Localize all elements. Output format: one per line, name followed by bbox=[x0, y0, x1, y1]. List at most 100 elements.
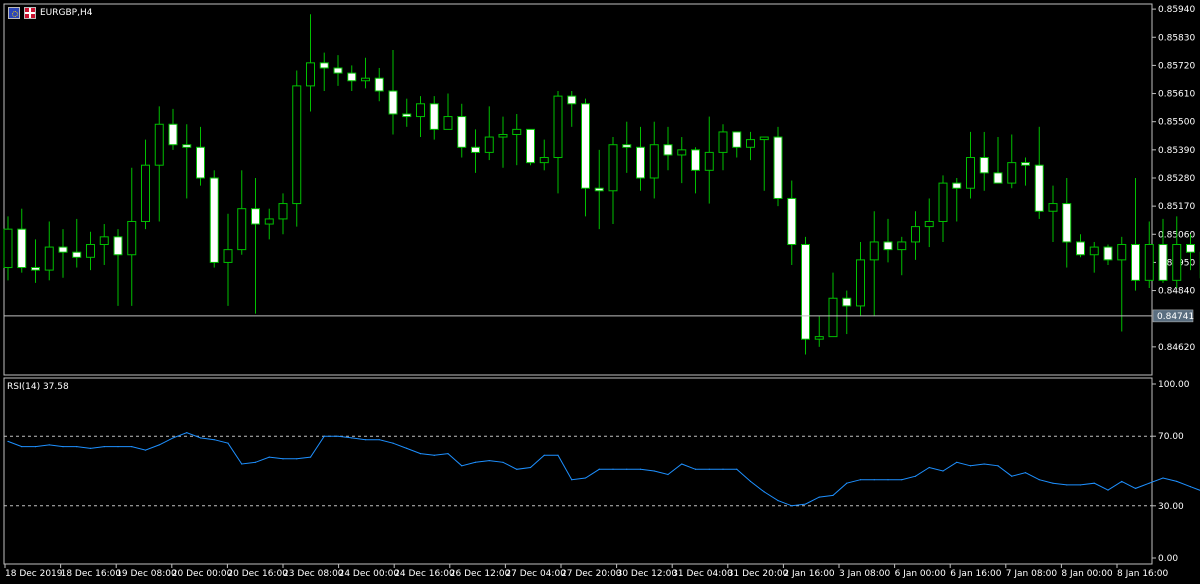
candle-body-bull bbox=[759, 136, 769, 141]
rsi-point bbox=[516, 468, 518, 470]
rsi-axis-label: 100.00 bbox=[1158, 380, 1190, 390]
candle-body-bear bbox=[952, 182, 962, 189]
time-axis-label: 8 Jan 16:00 bbox=[1117, 569, 1169, 579]
time-axis-label: 6 Jan 16:00 bbox=[950, 569, 1002, 579]
rsi-point bbox=[1024, 472, 1027, 474]
candle-body-bull bbox=[1144, 244, 1154, 281]
rsi-point bbox=[1134, 487, 1137, 489]
time-axis-label: 20 Dec 00:00 bbox=[172, 569, 233, 579]
candle-body-bull bbox=[608, 144, 618, 192]
rsi-point bbox=[626, 468, 628, 470]
price-axis-label: 0.85720 bbox=[1158, 61, 1195, 71]
price-panel-frame bbox=[3, 3, 1153, 376]
rsi-point bbox=[557, 454, 559, 456]
rsi-point bbox=[213, 439, 215, 441]
rsi-point bbox=[914, 475, 917, 477]
rsi-point bbox=[186, 432, 188, 434]
candle-body-bull bbox=[86, 244, 95, 258]
price-panel: 0.85940 0.85830 0.85720 0.85610 0.85500 0.853… bbox=[3, 3, 1200, 376]
price-axis: 0.85940 0.85830 0.85720 0.85610 0.85500 0.853… bbox=[1152, 5, 1195, 353]
candle-body-bear bbox=[1034, 164, 1044, 212]
candle bbox=[1172, 216, 1182, 289]
candle-body-bear bbox=[333, 67, 343, 74]
rsi-point bbox=[942, 470, 944, 472]
price-axis-label: 0.85500 bbox=[1158, 118, 1195, 128]
candle-body-bull bbox=[1048, 203, 1058, 212]
candle-body-bull bbox=[223, 249, 233, 263]
time-axis-label: 30 Dec 12:00 bbox=[617, 569, 678, 579]
candle-body-bull bbox=[966, 157, 975, 189]
candle-body-bear bbox=[319, 62, 329, 69]
rsi-point bbox=[144, 449, 147, 451]
candle bbox=[292, 70, 302, 227]
candle-body-bear bbox=[471, 146, 480, 153]
candle-body-bear bbox=[622, 144, 632, 148]
candle bbox=[801, 236, 810, 355]
rsi-point bbox=[1121, 480, 1123, 483]
candle-body-bear bbox=[663, 144, 673, 156]
candle-body-bull bbox=[1117, 244, 1127, 261]
candle-body-bear bbox=[1158, 244, 1168, 281]
rsi-point bbox=[199, 437, 202, 439]
candle-body-bear bbox=[691, 149, 700, 171]
candle-body-bull bbox=[677, 149, 687, 156]
rsi-point bbox=[1038, 479, 1040, 481]
candle-body-bear bbox=[17, 228, 27, 269]
candle bbox=[1158, 218, 1168, 283]
rsi-point bbox=[969, 465, 972, 467]
rsi-point bbox=[7, 440, 9, 443]
candle-body-bull bbox=[828, 297, 838, 338]
rsi-point bbox=[1066, 484, 1068, 486]
candle-body-bull bbox=[718, 131, 728, 153]
candle-body-bear bbox=[388, 90, 398, 115]
rsi-indicator-label: RSI(14) 37.58 bbox=[7, 382, 69, 392]
candle-body-bear bbox=[636, 146, 645, 179]
rsi-axis-label: 70.00 bbox=[1158, 432, 1184, 442]
time-axis-label: 31 Dec 04:00 bbox=[672, 569, 733, 579]
rsi-point bbox=[48, 444, 50, 446]
candle-body-bear bbox=[1186, 244, 1195, 253]
rsi-point bbox=[131, 446, 133, 448]
time-axis: 18 Dec 201918 Dec 16:0019 Dec 08:0020 De… bbox=[4, 564, 1169, 579]
rsi-point bbox=[21, 446, 23, 448]
candle-body-bull bbox=[869, 241, 879, 261]
candle-body-bull bbox=[1007, 162, 1017, 184]
candle-body-bull bbox=[99, 236, 109, 246]
rsi-point bbox=[103, 446, 105, 448]
rsi-point bbox=[172, 437, 174, 439]
rsi-point bbox=[873, 479, 875, 481]
chart-title-bar: EURGBP,H4 bbox=[8, 7, 92, 19]
rsi-point bbox=[763, 491, 765, 493]
candle-body-bear bbox=[168, 123, 178, 146]
rsi-point bbox=[846, 482, 848, 484]
rsi-point bbox=[268, 456, 270, 458]
rsi-point bbox=[351, 437, 353, 439]
time-axis-label: 8 Jan 00:00 bbox=[1061, 569, 1113, 579]
candle-body-bull bbox=[292, 85, 302, 205]
time-axis-label: 24 Dec 00:00 bbox=[339, 569, 400, 579]
candle-body-bear bbox=[787, 197, 797, 246]
candle-body-bull bbox=[649, 144, 659, 179]
rsi-point bbox=[364, 439, 367, 441]
candle-body-bull bbox=[484, 136, 494, 153]
rsi-point bbox=[309, 456, 312, 458]
candle-body-bull bbox=[539, 157, 549, 164]
time-axis-label: 18 Dec 16:00 bbox=[61, 569, 122, 579]
rsi-point bbox=[392, 442, 394, 444]
candle-body-bull bbox=[141, 164, 150, 222]
candle-body-bull bbox=[3, 228, 13, 269]
rsi-point bbox=[158, 444, 160, 446]
rsi-point bbox=[956, 461, 958, 463]
candle-body-bear bbox=[209, 177, 219, 263]
rsi-point bbox=[241, 463, 243, 465]
time-axis-label: 31 Dec 20:00 bbox=[728, 569, 789, 579]
rsi-point bbox=[406, 447, 408, 449]
time-axis-label: 23 Dec 08:00 bbox=[283, 569, 344, 579]
candle-body-bear bbox=[883, 241, 893, 251]
candle-body-bear bbox=[402, 113, 412, 118]
rsi-panel: 100.00 70.00 30.00 0.00 bbox=[3, 377, 1200, 565]
rsi-point bbox=[983, 463, 985, 465]
gb-flag-icon bbox=[24, 7, 36, 19]
candle-body-bear bbox=[567, 95, 577, 105]
time-axis-label: 6 Jan 00:00 bbox=[895, 569, 947, 579]
